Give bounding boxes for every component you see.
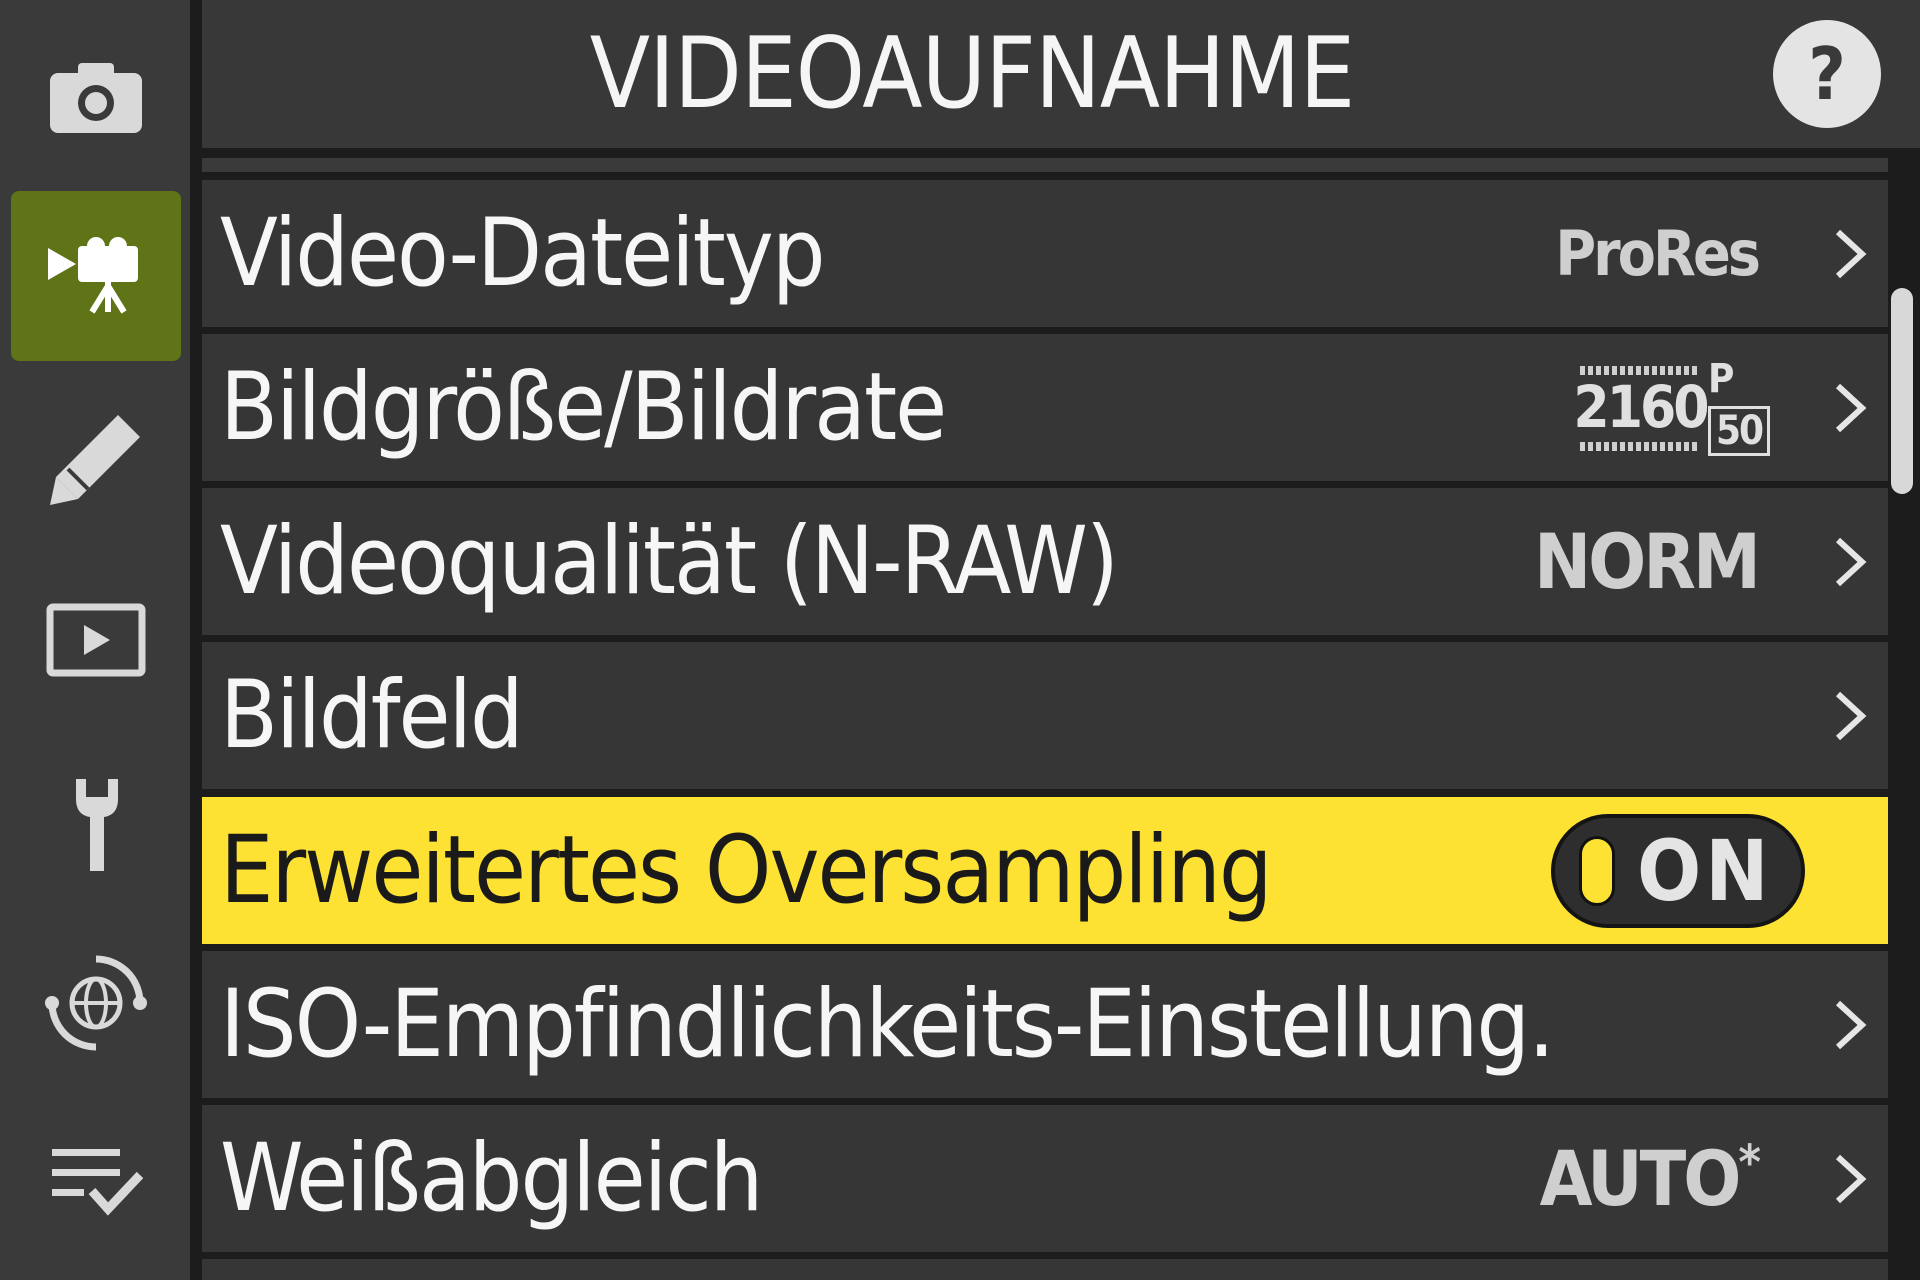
photo-shooting-menu-tab[interactable]: [11, 12, 181, 182]
frame-rate-value: 50: [1708, 406, 1770, 456]
video-camera-icon: [48, 237, 138, 314]
menu-item-iso-sensitivity[interactable]: ISO-Empfindlichkeits-Einstellung.: [202, 951, 1888, 1098]
menu-item-image-area[interactable]: Bildfeld: [202, 642, 1888, 789]
help-button[interactable]: ?: [1773, 20, 1881, 128]
menu-item-label: Bildgröße/Bildrate: [220, 353, 947, 462]
network-globe-icon: [45, 955, 147, 1051]
chevron-right-icon: [1835, 537, 1867, 587]
menu-item-value: AUTO *: [1539, 1105, 1761, 1252]
menu-item-label: Erweitertes Oversampling: [220, 816, 1273, 925]
chevron-right-icon: [1835, 229, 1867, 279]
my-menu-checklist-icon: [52, 1149, 144, 1216]
menu-item-label: ISO-Empfindlichkeits-Einstellung.: [220, 970, 1555, 1079]
menu-item-label: Weißabgleich: [220, 1124, 763, 1233]
menu-item-video-quality-nraw[interactable]: Videoqualität (N-RAW) NORM: [202, 488, 1888, 635]
chevron-right-icon: [1835, 383, 1867, 433]
previous-item-edge: [202, 158, 1888, 172]
menu-header: VIDEOAUFNAHME ?: [202, 0, 1920, 148]
menu-item-next-partial: [202, 1259, 1888, 1280]
menu-item-label: Video-Dateityp: [220, 199, 826, 308]
wrench-icon: [76, 779, 118, 871]
network-menu-tab[interactable]: [11, 918, 181, 1088]
setup-menu-tab[interactable]: [11, 740, 181, 910]
menu-item-extended-oversampling[interactable]: Erweitertes Oversampling ON: [202, 797, 1888, 944]
pencil-icon: [50, 415, 140, 505]
toggle-state-label: ON: [1637, 822, 1773, 920]
my-menu-tab[interactable]: [11, 1096, 181, 1266]
toggle-knob: [1579, 836, 1615, 906]
menu-item-value: ProRes: [1555, 217, 1761, 290]
menu-item-white-balance[interactable]: Weißabgleich AUTO *: [202, 1105, 1888, 1252]
page-title: VIDEOAUFNAHME: [589, 17, 1355, 131]
menu-item-label: Videoqualität (N-RAW): [220, 507, 1119, 616]
oversampling-toggle[interactable]: ON: [1551, 814, 1805, 928]
chevron-right-icon: [1835, 1154, 1867, 1204]
menu-item-label: Bildfeld: [220, 661, 524, 770]
menu-tab-sidebar: [0, 0, 190, 1280]
frame-size-rate-badge: 2160 P 50: [1573, 356, 1776, 458]
chevron-right-icon: [1835, 691, 1867, 741]
playback-menu-tab[interactable]: [11, 556, 181, 726]
retouch-menu-tab[interactable]: [11, 374, 181, 544]
white-balance-value: AUTO: [1539, 1134, 1742, 1223]
chevron-right-icon: [1835, 1000, 1867, 1050]
menu-item-value: NORM: [1533, 517, 1761, 606]
white-balance-suffix: *: [1738, 1135, 1761, 1191]
camera-icon: [50, 63, 142, 133]
playback-icon: [46, 603, 146, 677]
scrollbar-thumb[interactable]: [1891, 288, 1913, 494]
video-recording-menu-tab[interactable]: [11, 191, 181, 361]
scan-type-value: P: [1708, 356, 1735, 402]
resolution-value: 2160: [1573, 373, 1709, 441]
menu-item-video-file-type[interactable]: Video-Dateityp ProRes: [202, 180, 1888, 327]
menu-item-frame-size-rate[interactable]: Bildgröße/Bildrate 2160 P 50: [202, 334, 1888, 481]
